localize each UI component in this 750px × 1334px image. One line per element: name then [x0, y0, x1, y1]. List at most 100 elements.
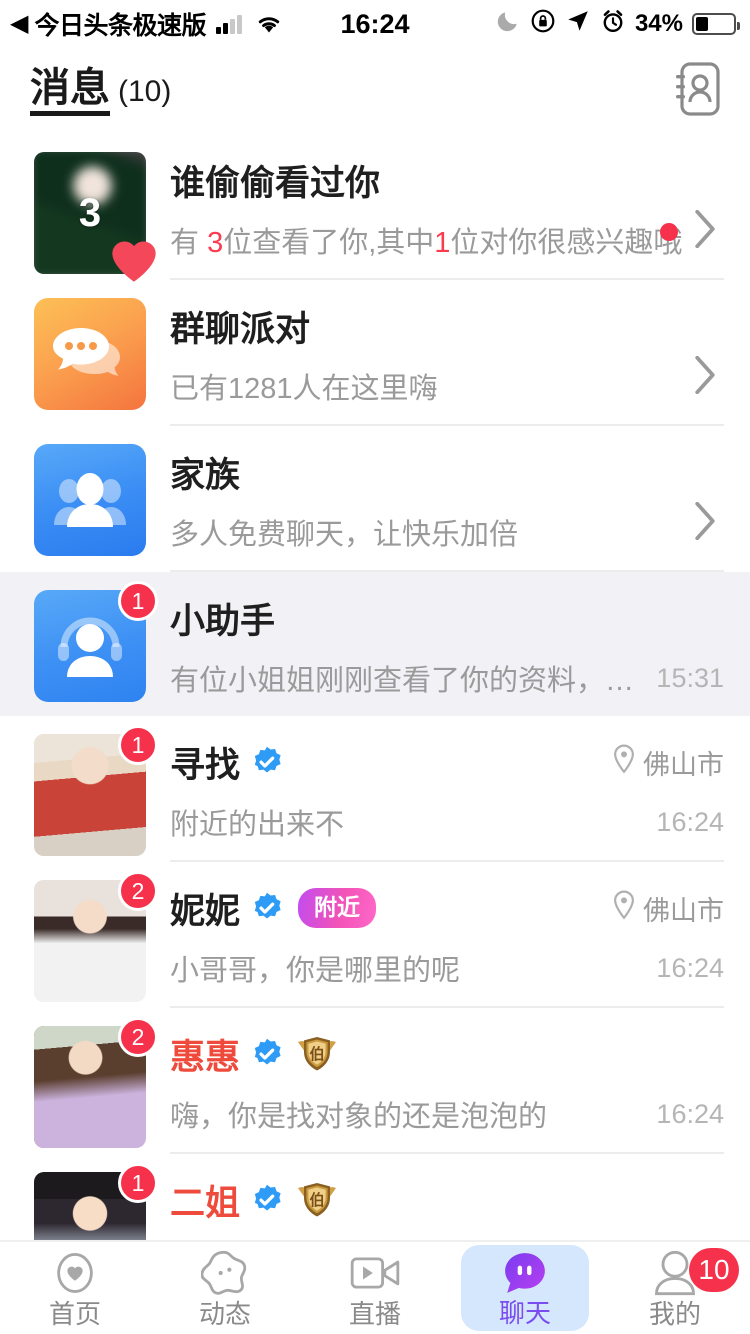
- row-line-primary: 小助手: [170, 590, 724, 646]
- conversation-preview: 附近的出来不: [170, 809, 345, 841]
- status-bar: ◀ 今日头条极速版 16:24 34%: [0, 0, 750, 48]
- row-line-primary: 群聊派对: [170, 298, 724, 354]
- location-pin-icon: [611, 744, 637, 781]
- list-item[interactable]: 家族 多人免费聊天，让快乐加倍: [0, 426, 750, 572]
- signal-bars-icon: [215, 14, 242, 34]
- tab-home[interactable]: 首页: [0, 1242, 150, 1334]
- avatar-wrapper: [34, 444, 146, 556]
- svg-text:伯: 伯: [310, 1045, 325, 1063]
- rank-medal-icon: 伯: [296, 1182, 338, 1218]
- row-line-primary: 二姐 伯: [170, 1172, 724, 1228]
- row-line-secondary: 多人免费聊天，让快乐加倍: [170, 510, 724, 554]
- row-body: 妮妮 附近 佛山市 小哥哥，你是哪里的呢 16:24: [170, 880, 724, 1008]
- message-time: 16:24: [656, 1098, 724, 1129]
- conversation-preview: 已有1281人在这里嗨: [170, 373, 438, 405]
- header-title-group: 消息 (10): [30, 67, 171, 116]
- avatar-wrapper: [34, 298, 146, 410]
- tab-label: 直播: [348, 1298, 401, 1329]
- rank-medal-icon: 伯: [296, 1036, 338, 1072]
- conversation-name: 小助手: [170, 601, 276, 641]
- battery-percent-label: 34%: [634, 10, 683, 37]
- location-label: 佛山市: [643, 895, 724, 926]
- address-book-icon[interactable]: [670, 60, 722, 123]
- page-header: 消息 (10): [0, 48, 750, 134]
- unread-dot-icon: [660, 222, 678, 241]
- row-line-primary: 惠惠 伯: [170, 1026, 724, 1082]
- chevron-right-icon[interactable]: [694, 501, 716, 544]
- row-line-secondary: 嗨，你是找对象的还是泡泡的 16:24: [170, 1092, 724, 1136]
- family-group-icon: [34, 444, 146, 556]
- alarm-clock-icon: [600, 8, 626, 41]
- list-item[interactable]: 3 谁偷偷看过你 有 3位查看了你,其中1位对你很感兴趣哦: [0, 134, 750, 282]
- row-trailing: [694, 355, 716, 399]
- status-bar-right: 34%: [495, 8, 740, 41]
- preview-highlight-2: 1: [434, 227, 451, 259]
- unread-total-count: (10): [118, 74, 172, 108]
- list-item[interactable]: 1 寻找 佛山市 附近的出来不 16:24: [0, 716, 750, 862]
- conversation-name: 群聊派对: [170, 309, 311, 349]
- status-bar-left: ◀ 今日头条极速版: [10, 6, 284, 42]
- unread-badge: 1: [118, 581, 158, 621]
- list-item[interactable]: 1 小助手 有位小姐姐刚刚查看了你的资料，她... 15:31: [0, 572, 750, 716]
- unread-badge: 2: [118, 871, 158, 911]
- moments-blob-icon: [201, 1250, 249, 1296]
- page-title: 消息: [30, 67, 110, 116]
- row-trailing: [694, 501, 716, 545]
- conversation-preview: 有 3位查看了你,其中1位对你很感兴趣哦: [170, 227, 683, 259]
- tab-chat[interactable]: 聊天: [450, 1242, 600, 1334]
- battery-icon: [692, 13, 740, 35]
- chevron-right-icon[interactable]: [694, 209, 716, 253]
- row-trailing: [660, 209, 716, 253]
- list-item[interactable]: 2 惠惠 伯 嗨，你是找对象的还是泡泡的 16:24: [0, 1008, 750, 1154]
- row-line-secondary: 已有1281人在这里嗨: [170, 364, 724, 408]
- row-line-primary: 妮妮 附近 佛山市: [170, 880, 724, 936]
- profile-unread-badge: 10: [689, 1248, 739, 1292]
- avatar-wrapper: 2: [34, 1017, 158, 1148]
- tab-label: 我的: [648, 1298, 701, 1329]
- conversation-preview: 小哥哥，你是哪里的呢: [170, 955, 461, 987]
- row-line-secondary: 附近的出来不 16:24: [170, 800, 724, 844]
- home-heart-icon: [51, 1250, 99, 1296]
- verified-badge-icon: [250, 891, 284, 925]
- location-label-wrapper: 佛山市: [599, 889, 724, 928]
- list-item[interactable]: 2 妮妮 附近 佛山市 小哥哥，你是哪里的呢 16:24: [0, 862, 750, 1008]
- tab-chat-active-bg: 聊天: [461, 1245, 589, 1331]
- group-chat-icon: [34, 298, 146, 410]
- avatar-wrapper: 1: [34, 725, 158, 856]
- conversation-name: 妮妮: [170, 891, 241, 931]
- carrier-app-label: 今日头条极速版: [34, 12, 206, 40]
- conversation-list: 3 谁偷偷看过你 有 3位查看了你,其中1位对你很感兴趣哦 群聊派对 已有128…: [0, 134, 750, 1298]
- conversation-name: 谁偷偷看过你: [170, 163, 381, 203]
- tab-live[interactable]: 直播: [300, 1242, 450, 1334]
- row-body: 群聊派对 已有1281人在这里嗨: [170, 298, 724, 426]
- list-item[interactable]: 群聊派对 已有1281人在这里嗨: [0, 280, 750, 426]
- location-pin-icon: [611, 890, 637, 927]
- location-label: 佛山市: [643, 749, 724, 780]
- row-line-secondary: 有位小姐姐刚刚查看了你的资料，她... 15:31: [170, 656, 724, 700]
- unread-badge: 2: [118, 1017, 158, 1057]
- location-label-wrapper: 佛山市: [599, 743, 724, 782]
- tab-label: 动态: [198, 1298, 251, 1329]
- row-body: 小助手 有位小姐姐刚刚查看了你的资料，她... 15:31: [170, 590, 724, 716]
- heart-icon: [108, 236, 160, 284]
- tab-profile[interactable]: 我的 10: [600, 1242, 750, 1334]
- message-time: 16:24: [656, 952, 724, 983]
- back-arrow-icon[interactable]: ◀: [10, 12, 28, 36]
- row-line-primary: 家族: [170, 444, 724, 500]
- row-body: 寻找 佛山市 附近的出来不 16:24: [170, 734, 724, 862]
- svg-text:伯: 伯: [310, 1191, 325, 1209]
- moon-icon: [495, 8, 521, 41]
- conversation-preview: 嗨，你是找对象的还是泡泡的: [170, 1101, 548, 1133]
- conversation-name: 惠惠: [170, 1037, 241, 1077]
- tab-label: 首页: [48, 1298, 101, 1329]
- rotation-lock-icon: [530, 8, 556, 41]
- preview-highlight-1: 3: [207, 227, 224, 259]
- chat-blob-icon: [502, 1250, 548, 1296]
- row-line-secondary: 小哥哥，你是哪里的呢 16:24: [170, 946, 724, 990]
- wifi-icon: [254, 13, 284, 35]
- tab-moments[interactable]: 动态: [150, 1242, 300, 1334]
- chevron-right-icon[interactable]: [694, 355, 716, 398]
- live-video-icon: [350, 1250, 400, 1296]
- row-line-primary: 谁偷偷看过你: [170, 152, 724, 208]
- message-time: 15:31: [656, 662, 724, 693]
